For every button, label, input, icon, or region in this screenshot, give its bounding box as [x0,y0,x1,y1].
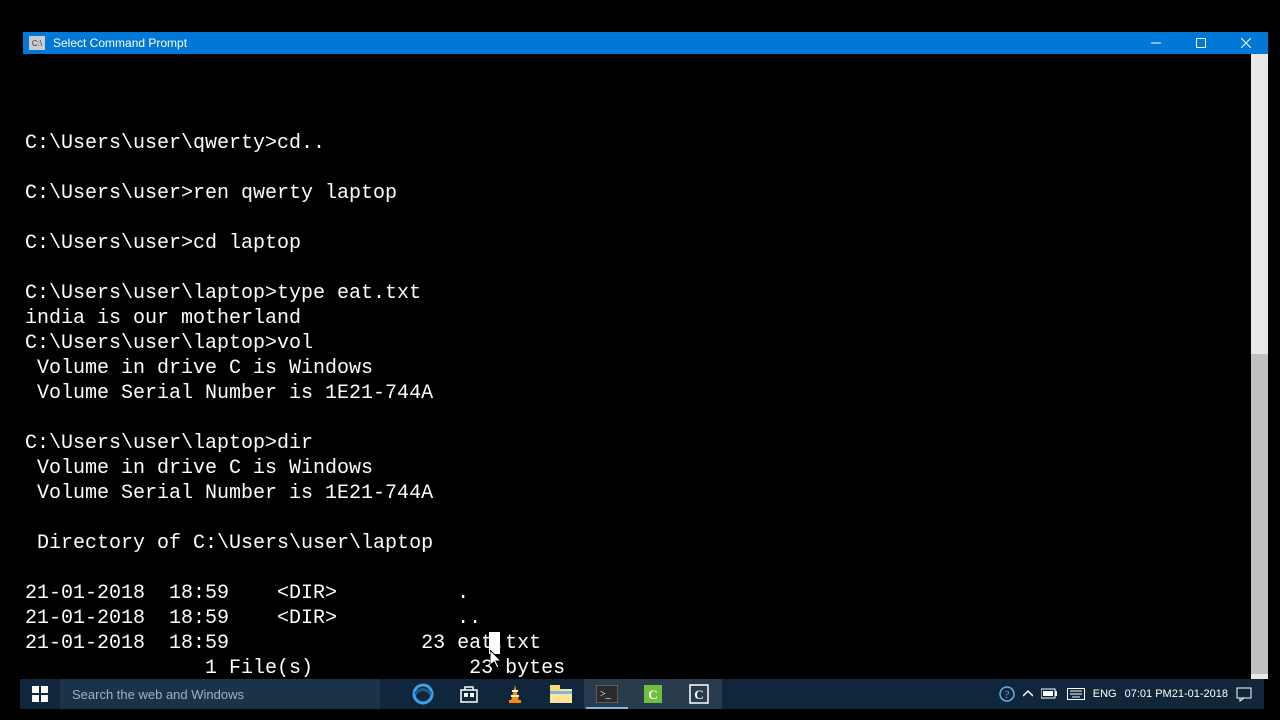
svg-text:?: ? [1004,689,1009,701]
window-title: Select Command Prompt [53,36,187,50]
terminal-line: C:\Users\user\qwerty>cd.. [25,131,1266,156]
search-placeholder: Search the web and Windows [72,687,244,702]
terminal-line: 21-01-2018 18:59 23 eat.txt [25,631,1266,656]
window-controls [1133,32,1268,54]
terminal-line: C:\Users\user\laptop>dir [25,431,1266,456]
search-input[interactable]: Search the web and Windows [60,679,380,709]
camtasia-recorder-icon: C [643,684,663,704]
minimize-button[interactable] [1133,32,1178,54]
edge-icon [412,683,434,705]
camtasia-editor-icon: C [689,684,709,704]
file-explorer-icon [550,685,572,703]
action-center-icon[interactable] [1236,679,1252,709]
terminal-output[interactable]: C:\Users\user\qwerty>cd.. C:\Users\user>… [23,54,1268,679]
start-button[interactable] [20,679,60,709]
taskbar-app-camtasia-recorder[interactable]: C [630,679,676,709]
terminal-line: C:\Users\user>ren qwerty laptop [25,181,1266,206]
tray-expand-icon[interactable] [1023,679,1033,709]
terminal-line: 21-01-2018 18:59 <DIR> . [25,581,1266,606]
selection-highlight [489,632,500,654]
taskbar-app-file-explorer[interactable] [538,679,584,709]
terminal-line: Volume in drive C is Windows [25,456,1266,481]
taskbar-app-camtasia-editor[interactable]: C [676,679,722,709]
taskbar-app-edge[interactable] [400,679,446,709]
terminal-line: Volume Serial Number is 1E21-744A [25,381,1266,406]
terminal-line: 1 File(s) 23 bytes [25,656,1266,679]
terminal-line: C:\Users\user\laptop>vol [25,331,1266,356]
keyboard-icon[interactable] [1067,679,1085,709]
terminal-line [25,256,1266,281]
command-prompt-icon: >_ [596,685,618,703]
svg-text:C: C [694,687,703,702]
clock-date: 21-01-2018 [1172,688,1228,701]
vertical-scrollbar[interactable] [1251,54,1268,679]
taskbar-app-command-prompt[interactable]: >_ [584,679,630,709]
taskbar: Search the web and Windows >_ C C ? ENG 07… [20,679,1264,709]
clock[interactable]: 07:01 PM 21-01-2018 [1125,679,1228,709]
terminal-line: Volume in drive C is Windows [25,356,1266,381]
terminal-line [25,556,1266,581]
terminal-line [25,156,1266,181]
terminal-line: 21-01-2018 18:59 <DIR> .. [25,606,1266,631]
terminal-line: Directory of C:\Users\user\laptop [25,531,1266,556]
titlebar[interactable]: C:\ Select Command Prompt [23,32,1268,54]
language-indicator[interactable]: ENG [1093,679,1117,709]
vlc-icon [505,683,525,705]
battery-icon[interactable] [1041,679,1059,709]
system-tray: ? ENG 07:01 PM 21-01-2018 [999,679,1264,709]
terminal-line: C:\Users\user\laptop>type eat.txt [25,281,1266,306]
scrollbar-thumb[interactable] [1251,354,1268,674]
terminal-line [25,406,1266,431]
maximize-button[interactable] [1178,32,1223,54]
windows-logo-icon [32,686,48,702]
store-icon [459,684,479,704]
terminal-line [25,206,1266,231]
close-button[interactable] [1223,32,1268,54]
svg-text:C: C [648,687,657,702]
taskbar-app-store[interactable] [446,679,492,709]
command-prompt-window: C:\ Select Command Prompt C:\Users\user\… [23,32,1268,679]
clock-time: 07:01 PM [1125,688,1172,701]
taskbar-app-vlc[interactable] [492,679,538,709]
terminal-line [25,506,1266,531]
terminal-line: india is our motherland [25,306,1266,331]
help-icon[interactable]: ? [999,679,1015,709]
svg-text:>_: >_ [600,689,612,700]
taskbar-apps: >_ C C [400,679,722,709]
terminal-line: Volume Serial Number is 1E21-744A [25,481,1266,506]
terminal-line: C:\Users\user>cd laptop [25,231,1266,256]
app-icon: C:\ [29,36,45,50]
